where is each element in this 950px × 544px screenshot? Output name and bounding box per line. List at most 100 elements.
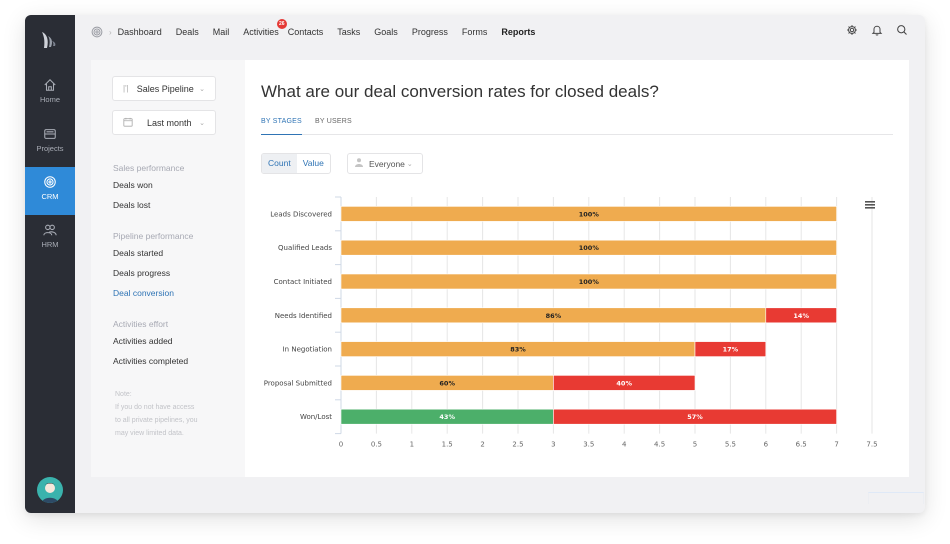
data-label: 43% bbox=[439, 413, 455, 421]
rail-item-label: Home bbox=[39, 95, 60, 104]
access-note: Note: If you do not have access to all p… bbox=[115, 388, 215, 440]
content-card: |'| Sales Pipeline ⌄ Last month ⌄ Sales … bbox=[91, 60, 909, 477]
data-label: 14% bbox=[793, 312, 809, 320]
app-rail: Home Projects CRM HRM bbox=[25, 15, 75, 513]
crm-target-icon[interactable] bbox=[91, 26, 103, 38]
data-label: 86% bbox=[546, 312, 562, 320]
data-label: 83% bbox=[510, 346, 526, 354]
link-deals-progress[interactable]: Deals progress bbox=[113, 268, 170, 278]
nav-mail[interactable]: Mail bbox=[213, 27, 230, 37]
y-category-label: Qualified Leads bbox=[278, 244, 332, 252]
section-title: Activities effort bbox=[113, 319, 169, 329]
rail-item-crm[interactable]: CRM bbox=[25, 167, 75, 215]
nav-contacts[interactable]: Contacts bbox=[288, 27, 324, 37]
nav-activities[interactable]: Activities 26 bbox=[243, 19, 287, 37]
crm-target-icon bbox=[44, 176, 56, 188]
x-tick-label: 4 bbox=[622, 441, 627, 449]
x-tick-label: 1.5 bbox=[442, 441, 453, 449]
link-deals-started[interactable]: Deals started bbox=[113, 248, 163, 258]
x-tick-label: 0 bbox=[339, 441, 343, 449]
note-line: to all private pipelines, you bbox=[115, 417, 198, 424]
data-label: 100% bbox=[579, 210, 600, 218]
x-tick-label: 0.5 bbox=[371, 441, 382, 449]
menu-line bbox=[865, 204, 875, 206]
link-deal-conversion[interactable]: Deal conversion bbox=[113, 288, 174, 298]
user-avatar[interactable] bbox=[37, 477, 63, 503]
y-category-label: Contact Initiated bbox=[274, 278, 332, 286]
x-tick-label: 6 bbox=[764, 441, 769, 449]
x-tick-label: 3 bbox=[551, 441, 555, 449]
y-category-label: Won/Lost bbox=[300, 413, 332, 421]
chart-menu-icon[interactable] bbox=[865, 201, 875, 209]
y-category-label: Proposal Submitted bbox=[264, 379, 332, 387]
nav-goals[interactable]: Goals bbox=[374, 27, 398, 37]
x-tick-label: 5 bbox=[693, 441, 697, 449]
x-tick-label: 2 bbox=[480, 441, 484, 449]
x-tick-label: 2.5 bbox=[512, 441, 523, 449]
nav-tasks[interactable]: Tasks bbox=[337, 27, 360, 37]
nav-reports[interactable]: Reports bbox=[501, 27, 535, 37]
y-category-label: In Negotiation bbox=[283, 346, 332, 354]
nav-forms[interactable]: Forms bbox=[462, 27, 488, 37]
pipeline-icon: |'| bbox=[123, 84, 129, 93]
report-main: What are our deal conversion rates for c… bbox=[245, 60, 909, 477]
link-activities-added[interactable]: Activities added bbox=[113, 336, 173, 346]
menu-line bbox=[865, 207, 875, 209]
people-icon bbox=[43, 224, 57, 236]
note-title: Note: bbox=[115, 391, 132, 398]
top-icons bbox=[846, 24, 909, 37]
x-tick-label: 4.5 bbox=[654, 441, 665, 449]
app-window: Home Projects CRM HRM › Dashboard Deals … bbox=[25, 15, 925, 513]
period-value: Last month bbox=[147, 117, 192, 128]
y-category-label: Leads Discovered bbox=[270, 210, 332, 218]
app-logo-icon[interactable] bbox=[38, 28, 62, 52]
home-icon bbox=[44, 79, 56, 91]
chevron-down-icon: ⌄ bbox=[199, 85, 205, 93]
data-label: 17% bbox=[723, 346, 739, 354]
y-category-label: Needs Identified bbox=[275, 312, 332, 320]
note-line: may view limited data. bbox=[115, 430, 184, 437]
menu-line bbox=[865, 201, 875, 203]
data-label: 100% bbox=[579, 244, 600, 252]
x-tick-label: 3.5 bbox=[583, 441, 594, 449]
x-tick-label: 7 bbox=[834, 441, 838, 449]
rail-item-hrm[interactable]: HRM bbox=[25, 215, 75, 263]
note-line: If you do not have access bbox=[115, 404, 195, 411]
conversion-chart: 0 0.5 1 1.5 2 2.5 3 3.5 4 4.5 5 5.5 6 6.5 7 7.5 Leads Di… bbox=[264, 196, 878, 449]
link-deals-won[interactable]: Deals won bbox=[113, 180, 153, 190]
nav-activities-label: Activities bbox=[243, 27, 279, 37]
rail-item-label: HRM bbox=[41, 240, 59, 249]
rail-item-label: Projects bbox=[36, 144, 64, 153]
link-deals-lost[interactable]: Deals lost bbox=[113, 200, 150, 210]
x-tick-label: 7.5 bbox=[866, 441, 877, 449]
data-label: 100% bbox=[579, 278, 600, 286]
period-dropdown[interactable]: Last month ⌄ bbox=[112, 110, 216, 135]
rail-item-projects[interactable]: Projects bbox=[25, 119, 75, 167]
x-tick-label: 5.5 bbox=[725, 441, 736, 449]
gear-icon[interactable] bbox=[846, 24, 859, 37]
avatar-face-icon bbox=[42, 483, 58, 503]
data-label: 60% bbox=[439, 379, 455, 387]
report-sidebar: |'| Sales Pipeline ⌄ Last month ⌄ Sales … bbox=[91, 60, 245, 477]
chevron-down-icon: ⌄ bbox=[199, 119, 205, 127]
chevron-right-icon: › bbox=[109, 27, 112, 37]
rail-item-home[interactable]: Home bbox=[25, 70, 75, 118]
section-title: Pipeline performance bbox=[113, 231, 194, 241]
rail-item-label: CRM bbox=[41, 192, 59, 201]
x-tick-label: 1 bbox=[410, 441, 414, 449]
search-icon[interactable] bbox=[896, 24, 909, 37]
section-title: Sales performance bbox=[113, 163, 185, 173]
scroll-stub bbox=[868, 492, 924, 504]
bell-icon[interactable] bbox=[871, 24, 884, 37]
data-label: 57% bbox=[687, 413, 703, 421]
top-nav: › Dashboard Deals Mail Activities 26 Con… bbox=[75, 15, 925, 49]
x-tick-label: 6.5 bbox=[796, 441, 807, 449]
pipeline-dropdown[interactable]: |'| Sales Pipeline ⌄ bbox=[112, 76, 216, 101]
link-activities-completed[interactable]: Activities completed bbox=[113, 356, 188, 366]
calendar-icon bbox=[123, 117, 133, 129]
nav-deals[interactable]: Deals bbox=[176, 27, 199, 37]
nav-progress[interactable]: Progress bbox=[412, 27, 448, 37]
notification-badge: 26 bbox=[276, 19, 287, 29]
nav-dashboard[interactable]: Dashboard bbox=[118, 27, 162, 37]
data-label: 40% bbox=[616, 379, 632, 387]
